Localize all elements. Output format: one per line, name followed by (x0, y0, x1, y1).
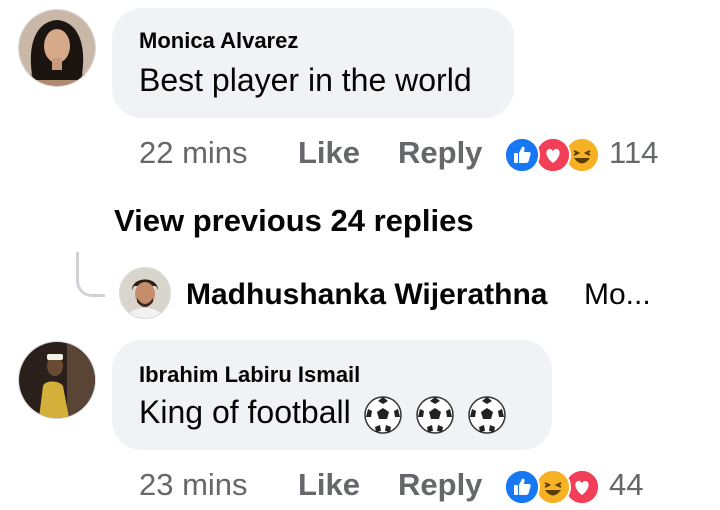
soccer-ball-icon (467, 395, 507, 435)
reply-avatar[interactable] (119, 267, 171, 319)
love-icon (535, 137, 571, 173)
reaction-summary[interactable] (504, 469, 604, 505)
reply-button[interactable]: Reply (398, 135, 482, 171)
haha-icon (535, 469, 571, 505)
comment-timestamp[interactable]: 23 mins (139, 467, 248, 503)
soccer-ball-icon (415, 395, 455, 435)
comment-text: King of football (139, 394, 351, 430)
like-icon (504, 137, 540, 173)
latest-reply-snippet[interactable]: Mo... (584, 278, 651, 312)
avatar[interactable] (18, 9, 96, 87)
comment-author[interactable]: Monica Alvarez (139, 28, 298, 54)
view-previous-replies-link[interactable]: View previous 24 replies (114, 203, 474, 239)
comment-author[interactable]: Ibrahim Labiru Ismail (139, 362, 360, 388)
thread-connector (76, 252, 105, 297)
like-button[interactable]: Like (298, 135, 360, 171)
like-icon (504, 469, 540, 505)
reaction-count[interactable]: 114 (609, 135, 658, 171)
comment-text: Best player in the world (139, 62, 472, 98)
comment-timestamp[interactable]: 22 mins (139, 135, 248, 171)
reaction-count[interactable]: 44 (609, 467, 643, 503)
like-button[interactable]: Like (298, 467, 360, 503)
latest-reply-author[interactable]: Madhushanka Wijerathna (186, 278, 547, 312)
comment-text-row: King of football (139, 394, 507, 435)
reply-button[interactable]: Reply (398, 467, 482, 503)
soccer-ball-icon (363, 395, 403, 435)
reaction-summary[interactable] (504, 137, 604, 173)
avatar[interactable] (18, 341, 96, 419)
